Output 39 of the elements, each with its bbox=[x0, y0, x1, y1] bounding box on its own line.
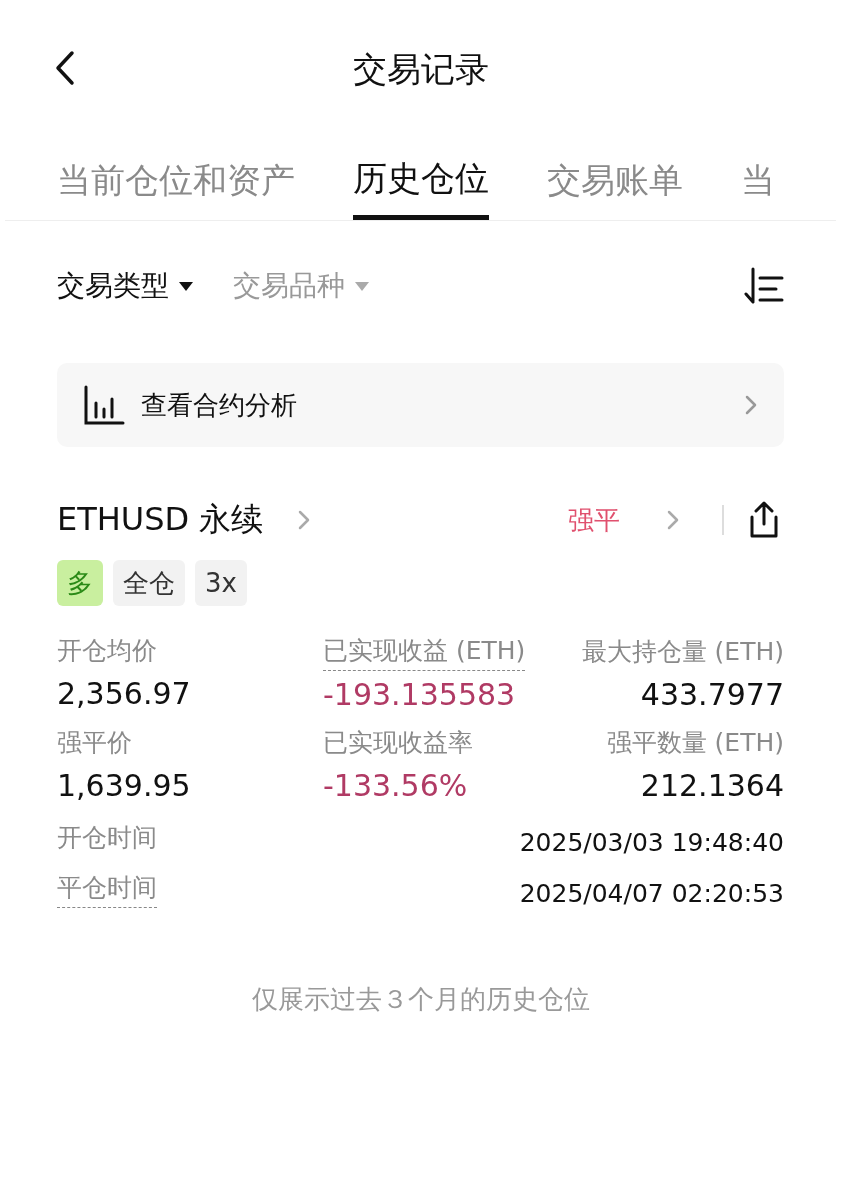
metric-value: 433.7977 bbox=[640, 677, 784, 712]
metric-value: -193.135583 bbox=[323, 677, 516, 712]
metric-value: 2,356.97 bbox=[57, 676, 191, 711]
position-tag: 全仓 bbox=[113, 560, 185, 606]
metric-label: 强平数量 (ETH) bbox=[606, 727, 784, 759]
time-value: 2025/04/07 02:20:53 bbox=[519, 879, 784, 908]
metric-value: 1,639.95 bbox=[57, 768, 191, 803]
caret-icon bbox=[355, 281, 369, 291]
sort-button[interactable] bbox=[744, 266, 784, 306]
caret-icon bbox=[179, 281, 193, 291]
direction-tag: 多 bbox=[57, 560, 103, 606]
metric-label: 最大持仓量 (ETH) bbox=[581, 636, 784, 668]
time-value: 2025/03/03 19:48:40 bbox=[519, 828, 784, 857]
metric-label: 强平价 bbox=[57, 727, 132, 759]
bar-chart-icon bbox=[83, 385, 125, 425]
metric-label: 已实现收益率 bbox=[323, 727, 473, 759]
filter-dropdown[interactable]: 交易品种 bbox=[233, 267, 369, 305]
tab[interactable]: 历史仓位 bbox=[353, 120, 489, 220]
chevron-right-icon bbox=[297, 509, 312, 531]
tab[interactable]: 交易账单 bbox=[547, 120, 683, 220]
position-tag: 3x bbox=[195, 560, 247, 606]
contract-symbol: ETHUSD 永续 bbox=[57, 499, 264, 540]
filter-dropdown[interactable]: 交易类型 bbox=[57, 267, 193, 305]
metric-label: 开仓均价 bbox=[57, 635, 157, 667]
analysis-entry[interactable]: 查看合约分析 bbox=[57, 363, 784, 447]
metric-value: -133.56% bbox=[323, 768, 468, 803]
time-label: 平仓时间 bbox=[57, 871, 157, 908]
footer-note: 仅展示过去３个月的历史仓位 bbox=[250, 983, 591, 1016]
chevron-right-icon bbox=[666, 509, 680, 531]
tab[interactable]: 当 bbox=[741, 120, 775, 220]
metric-value: 212.1364 bbox=[640, 768, 784, 803]
status-link[interactable]: 强平 bbox=[568, 502, 620, 538]
chevron-right-icon bbox=[744, 394, 758, 416]
page-title: 交易记录 bbox=[352, 48, 489, 91]
analysis-label: 查看合约分析 bbox=[141, 388, 297, 422]
tab[interactable]: 当前仓位和资产 bbox=[57, 120, 295, 220]
sort-icon bbox=[744, 266, 784, 306]
metric-label: 已实现收益 (ETH) bbox=[323, 634, 526, 671]
time-label: 开仓时间 bbox=[57, 822, 157, 854]
